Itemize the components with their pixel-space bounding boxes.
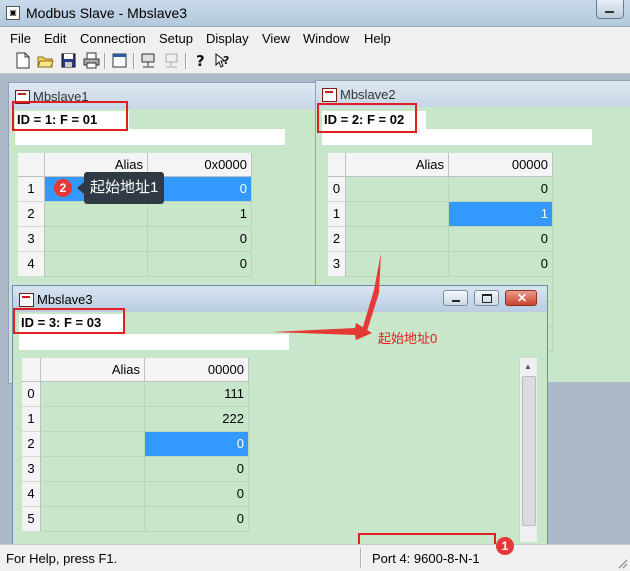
status-separator — [360, 548, 362, 568]
annotation-arrow-up — [362, 253, 381, 331]
step-badge-1: 1 — [496, 537, 514, 555]
resize-grip-icon[interactable] — [616, 557, 628, 569]
annotation-start-address-0: 起始地址0 — [378, 331, 438, 346]
annotation-arrow-left — [272, 323, 372, 340]
annotation-arrows — [272, 253, 381, 340]
status-help-text: For Help, press F1. — [6, 551, 118, 566]
status-port: Port 4: 9600-8-N-1 — [372, 551, 480, 566]
status-bar: For Help, press F1. Port 4: 9600-8-N-1 — [0, 544, 630, 571]
